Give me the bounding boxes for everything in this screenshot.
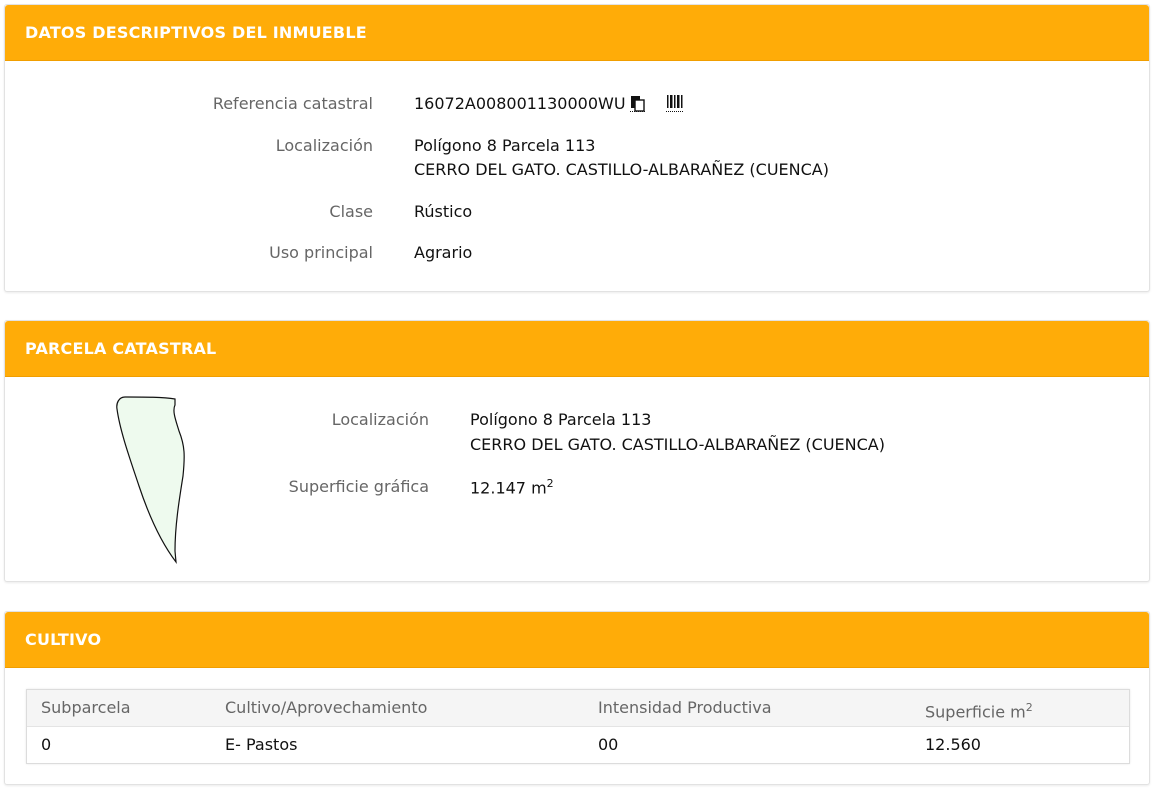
parcela-catastral-panel: PARCELA CATASTRAL Localización Polígono … [4, 320, 1150, 582]
cultivo-table: Subparcela Cultivo/Aprovechamiento Inten… [26, 689, 1130, 764]
localizacion-line2: CERRO DEL GATO. CASTILLO-ALBARAÑEZ (CUEN… [414, 160, 829, 179]
barcode-icon[interactable] [665, 94, 684, 112]
cell-intensidad: 00 [598, 735, 619, 754]
parcela-localizacion-line2: CERRO DEL GATO. CASTILLO-ALBARAÑEZ (CUEN… [470, 435, 885, 454]
header-superficie-text: Superficie m [925, 702, 1026, 722]
table-row: 0 E- Pastos 00 12.560 [27, 727, 1129, 763]
localizacion-label: Localización [275, 136, 373, 155]
clase-value: Rústico [414, 202, 473, 221]
cultivo-header: CULTIVO [5, 612, 1149, 668]
header-superficie: Superficie m2 [925, 690, 1033, 730]
parcela-localizacion-label: Localización [331, 410, 429, 429]
cell-superficie: 12.560 [925, 735, 981, 754]
superficie-grafica-label: Superficie gráfica [288, 477, 429, 496]
header-cultivo: Cultivo/Aprovechamiento [225, 698, 428, 717]
parcel-outline [116, 396, 185, 565]
superficie-grafica-value: 12.147 m2 [470, 477, 554, 497]
header-intensidad: Intensidad Productiva [598, 698, 772, 717]
superficie-grafica-exp: 2 [546, 477, 554, 490]
cell-subparcela: 0 [41, 735, 52, 754]
parcela-localizacion-line1: Polígono 8 Parcela 113 [470, 410, 652, 429]
parcela-catastral-header: PARCELA CATASTRAL [5, 321, 1149, 377]
localizacion-line1: Polígono 8 Parcela 113 [414, 136, 596, 155]
referencia-value: 16072A008001130000WU [414, 94, 626, 113]
parcel-shape[interactable] [105, 391, 195, 566]
header-superficie-exp: 2 [1025, 701, 1033, 714]
cultivo-panel: CULTIVO Subparcela Cultivo/Aprovechamien… [4, 611, 1150, 785]
header-subparcela: Subparcela [41, 698, 131, 717]
cultivo-table-header: Subparcela Cultivo/Aprovechamiento Inten… [27, 690, 1129, 727]
cell-cultivo: E- Pastos [225, 735, 298, 754]
copy-icon[interactable] [629, 94, 646, 112]
uso-label: Uso principal [269, 243, 373, 262]
datos-descriptivos-panel: DATOS DESCRIPTIVOS DEL INMUEBLE Referenc… [4, 4, 1150, 292]
referencia-value-row: 16072A008001130000WU [414, 94, 684, 113]
superficie-grafica-number: 12.147 m [470, 478, 547, 498]
referencia-label: Referencia catastral [212, 94, 373, 113]
datos-descriptivos-header: DATOS DESCRIPTIVOS DEL INMUEBLE [5, 5, 1149, 61]
uso-value: Agrario [414, 243, 473, 262]
clase-label: Clase [329, 202, 373, 221]
